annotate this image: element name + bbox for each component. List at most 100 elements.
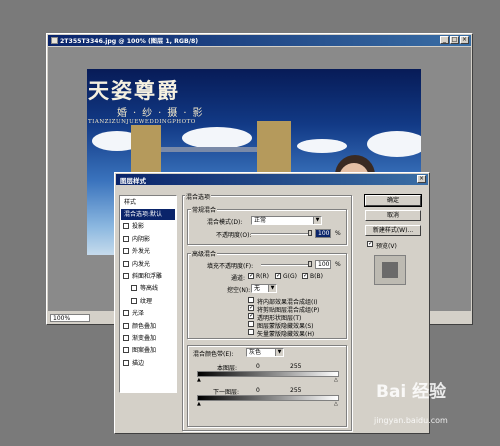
style-list-item[interactable]: 渐变叠加 [121,333,175,344]
under-layer-min: 0 [256,387,260,394]
slider-handle-icon[interactable]: △ [334,401,338,407]
photo-subtitle: 婚·纱·摄·影 [117,108,209,119]
style-preview-swatch [374,255,406,285]
knockout-label: 挖空(N): [227,287,251,294]
preview-label: 预览(V) [376,243,397,250]
minimize-button[interactable]: _ [440,36,449,44]
maximize-button[interactable]: □ [450,36,459,44]
preview-square [382,262,398,278]
style-list-item[interactable]: 斜面和浮雕 [121,271,175,282]
style-checkbox[interactable] [123,248,129,255]
ok-button[interactable]: 确定 [364,194,422,207]
channel-b-label: B(B) [310,273,323,280]
document-titlebar[interactable]: 2T355T3346.jpg @ 100% (图层 1, RGB/8) _ □ … [48,35,471,46]
blend-if-label: 混合颜色带(E): [193,351,234,358]
option-checkbox-4[interactable] [248,321,254,327]
style-checkbox[interactable] [123,235,129,242]
channel-g-checkbox[interactable]: ✓ [275,273,281,279]
under-layer-max: 255 [290,387,302,394]
style-list-item-label: 渐变叠加 [132,335,157,342]
style-checkbox[interactable] [131,297,137,304]
style-checkbox[interactable] [123,347,129,354]
general-blending-title: 常规混合 [191,205,218,214]
chevron-down-icon: ▼ [313,217,321,224]
channel-b-checkbox[interactable]: ✓ [302,273,308,279]
under-layer-gradient[interactable] [197,395,339,401]
cancel-button[interactable]: 取消 [365,210,421,221]
style-list-item[interactable]: 颜色叠加 [121,321,175,332]
opacity-field[interactable]: 100 [315,229,331,238]
fill-opacity-field[interactable]: 100 [315,260,331,269]
slider-handle-icon[interactable]: ▲ [197,401,201,407]
document-title: 2T355T3346.jpg @ 100% (图层 1, RGB/8) [60,38,199,45]
option-checkbox-3[interactable]: ✓ [248,313,254,319]
style-list-item[interactable]: 内发光 [121,259,175,270]
fill-opacity-unit: % [335,261,341,268]
fill-opacity-slider-thumb[interactable] [308,261,312,267]
style-list-item-label: 图案叠加 [132,347,157,355]
style-checkbox[interactable] [123,310,129,317]
channel-r-checkbox[interactable]: ✓ [248,273,254,279]
style-checkbox[interactable] [123,359,129,366]
option-checkbox-1[interactable] [248,297,254,303]
fill-opacity-label: 填充不透明度(F): [207,263,254,270]
slider-handle-icon[interactable]: △ [334,377,338,383]
chevron-down-icon: ▼ [268,285,276,292]
knockout-select[interactable]: 无 ▼ [251,284,277,293]
style-list-item-label: 颜色叠加 [132,322,157,330]
style-list-item-label: 等高线 [140,285,159,293]
style-list-item-label: 投影 [132,223,145,231]
style-list-header[interactable]: 样式 [121,197,175,208]
opacity-label: 不透明度(O): [216,232,252,239]
advanced-blending-title: 高级混合 [191,249,218,258]
opacity-slider[interactable] [251,233,311,235]
option-checkbox-2[interactable]: ✓ [248,305,254,311]
photo-title: 天姿尊爵 [88,78,180,103]
new-style-button[interactable]: 新建样式(W)... [365,225,421,236]
style-list-item-label: 混合选项:默认 [124,211,163,218]
preview-checkbox[interactable]: ✓ [367,241,373,247]
channel-g-label: G(G) [283,273,297,280]
this-layer-gradient[interactable] [197,371,339,377]
chevron-down-icon: ▼ [275,349,283,356]
blend-mode-select[interactable]: 正常 ▼ [251,216,322,225]
style-list-item[interactable]: 内阴影 [121,234,175,245]
this-layer-min: 0 [256,363,260,370]
style-list-item-label: 纹理 [140,297,153,305]
fill-opacity-slider[interactable] [261,264,311,266]
style-list-item[interactable]: 投影 [121,221,175,232]
style-list-item-label: 外发光 [132,248,151,256]
opacity-slider-thumb[interactable] [308,230,312,236]
zoom-field[interactable]: 100% [50,314,90,322]
this-layer-max: 255 [290,363,302,370]
dialog-close-button[interactable]: × [417,175,426,183]
watermark-url: jingyan.baidu.com [374,416,448,425]
slider-handle-icon[interactable]: ▲ [197,377,201,383]
style-checkbox[interactable] [131,285,137,292]
blend-if-select[interactable]: 灰色 ▼ [246,348,284,357]
channel-r-label: R(R) [256,273,270,280]
style-checkbox[interactable] [123,335,129,341]
photo-english: TIANZIZUNJUEWEDDINGPHOTO [88,119,196,125]
baidu-watermark: Bai 经验 [376,382,447,402]
dialog-titlebar[interactable]: 图层样式 × [116,174,428,185]
style-list-item[interactable]: 混合选项:默认 [121,209,175,220]
style-list-item[interactable]: 等高线 [121,283,175,294]
channels-label: 通道: [231,275,246,282]
dialog-title: 图层样式 [120,177,146,185]
style-list-item[interactable]: 描边 [121,358,175,369]
general-blending-group [187,209,347,245]
style-list-item[interactable]: 光泽 [121,308,175,319]
option-checkbox-5[interactable] [248,329,254,335]
style-checkbox[interactable] [123,223,129,230]
style-checkbox[interactable] [123,260,129,267]
style-checkbox[interactable] [123,273,129,279]
cloud [367,131,421,157]
style-list-item[interactable]: 纹理 [121,296,175,307]
cloud [297,139,347,153]
cloud [182,127,252,149]
style-list-item[interactable]: 外发光 [121,246,175,257]
style-list-item[interactable]: 图案叠加 [121,345,175,356]
style-checkbox[interactable] [123,322,129,329]
close-button[interactable]: × [460,36,469,44]
